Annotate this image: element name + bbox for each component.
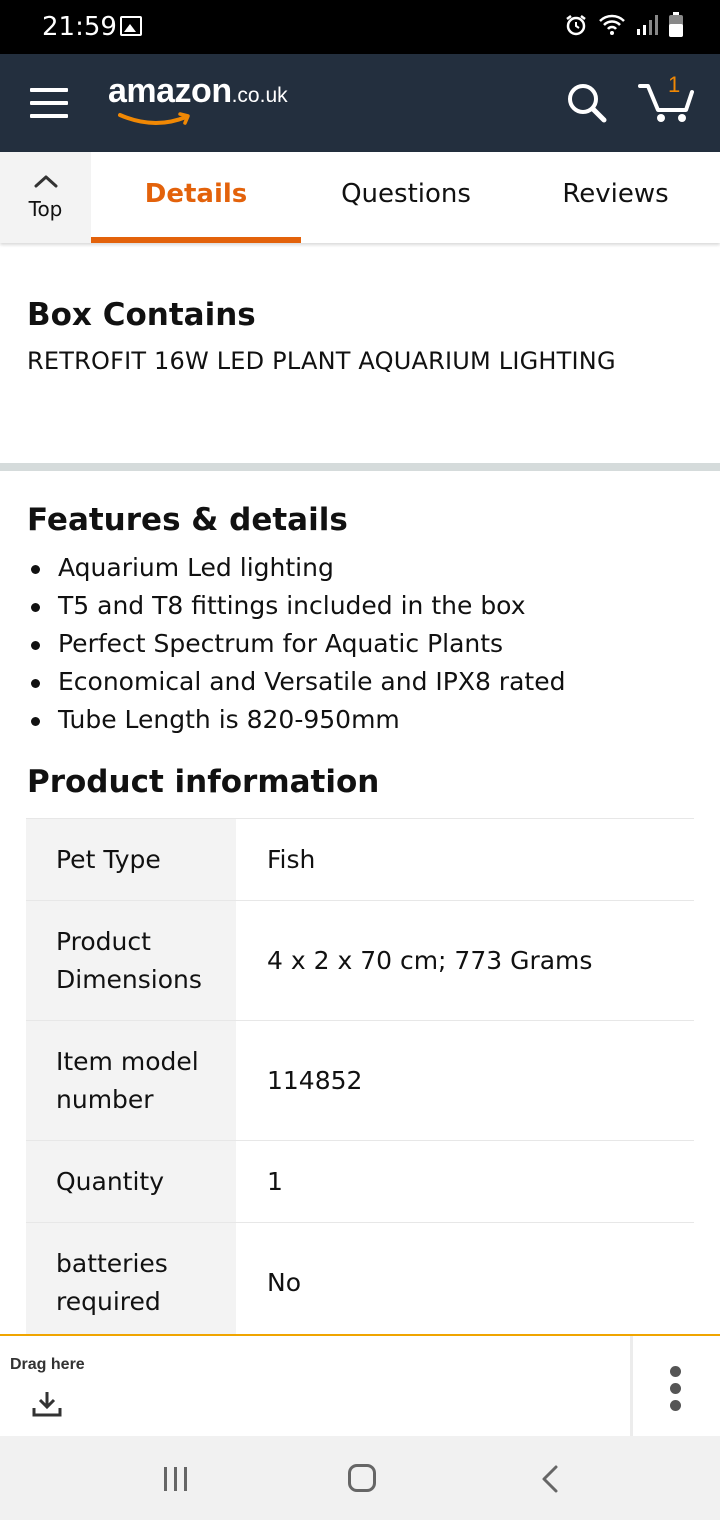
box-contains-section: Box Contains RETROFIT 16W LED PLANT AQUA… (0, 243, 720, 463)
tab-reviews-label: Reviews (562, 179, 669, 209)
amazon-logo[interactable]: amazon.co.uk (108, 72, 288, 126)
signal-icon (637, 15, 658, 35)
menu-icon[interactable] (30, 88, 68, 118)
home-icon[interactable] (348, 1464, 376, 1492)
alarm-icon (566, 15, 586, 36)
tab-details[interactable]: Details (91, 152, 301, 243)
table-key: Product Dimensions (26, 901, 236, 1020)
box-contains-text: RETROFIT 16W LED PLANT AQUARIUM LIGHTING (27, 347, 616, 375)
cart-button[interactable]: 1 (638, 72, 698, 128)
top-label: Top (28, 197, 63, 221)
features-list: Aquarium Led lighting T5 and T8 fittings… (27, 550, 565, 740)
feature-item: Perfect Spectrum for Aquatic Plants (27, 626, 565, 664)
drag-bar[interactable]: Drag here (0, 1334, 720, 1436)
feature-item: Economical and Versatile and IPX8 rated (27, 664, 565, 702)
table-row: Item model number 114852 (26, 1021, 694, 1141)
status-icons (564, 12, 684, 38)
product-info-title: Product information (27, 764, 380, 800)
back-icon[interactable] (540, 1464, 560, 1494)
section-tabbar: Top Details Questions Reviews (0, 152, 720, 243)
features-title: Features & details (27, 502, 348, 538)
more-vert-icon[interactable] (670, 1366, 682, 1417)
battery-icon (669, 12, 683, 37)
tab-questions-label: Questions (341, 179, 471, 209)
table-value: 1 (267, 1167, 283, 1196)
table-value: 114852 (267, 1066, 363, 1095)
tab-details-label: Details (144, 179, 248, 209)
table-value: Fish (267, 845, 316, 874)
status-time: 21:59 (42, 12, 117, 42)
app-header: amazon.co.uk 1 (0, 54, 720, 152)
table-value: 4 x 2 x 70 cm; 773 Grams (267, 946, 593, 975)
feature-item: T5 and T8 fittings included in the box (27, 588, 565, 626)
section-divider (0, 463, 720, 471)
table-value: No (267, 1268, 301, 1297)
table-row: Quantity 1 (26, 1141, 694, 1223)
drag-bar-separator (630, 1336, 633, 1436)
table-row: batteries required No (26, 1223, 694, 1343)
table-key: Item model number (26, 1021, 236, 1140)
smile-icon (118, 112, 190, 126)
download-icon[interactable] (32, 1390, 62, 1418)
system-nav-bar (0, 1436, 720, 1520)
tab-questions[interactable]: Questions (301, 152, 511, 243)
top-button[interactable]: Top (0, 152, 91, 243)
table-key: Pet Type (26, 819, 236, 900)
search-icon[interactable] (566, 82, 608, 124)
drag-label: Drag here (10, 1356, 85, 1373)
logo-text: amazon (108, 72, 232, 110)
logo-suffix: .co.uk (231, 84, 288, 107)
table-key: Quantity (26, 1141, 236, 1222)
product-info-table: Pet Type Fish Product Dimensions 4 x 2 x… (26, 818, 694, 1343)
status-bar: 21:59 (0, 0, 720, 54)
recent-apps-icon[interactable] (162, 1466, 190, 1492)
cart-count: 1 (668, 72, 681, 97)
feature-item: Aquarium Led lighting (27, 550, 565, 588)
feature-item: Tube Length is 820-950mm (27, 702, 565, 740)
table-row: Pet Type Fish (26, 819, 694, 901)
chevron-up-icon (34, 175, 58, 188)
table-key: batteries required (26, 1223, 236, 1342)
image-icon (120, 16, 142, 36)
tab-reviews[interactable]: Reviews (511, 152, 720, 243)
wifi-icon (599, 14, 625, 35)
table-row: Product Dimensions 4 x 2 x 70 cm; 773 Gr… (26, 901, 694, 1021)
cart-icon (638, 84, 694, 122)
box-contains-title: Box Contains (27, 297, 256, 333)
